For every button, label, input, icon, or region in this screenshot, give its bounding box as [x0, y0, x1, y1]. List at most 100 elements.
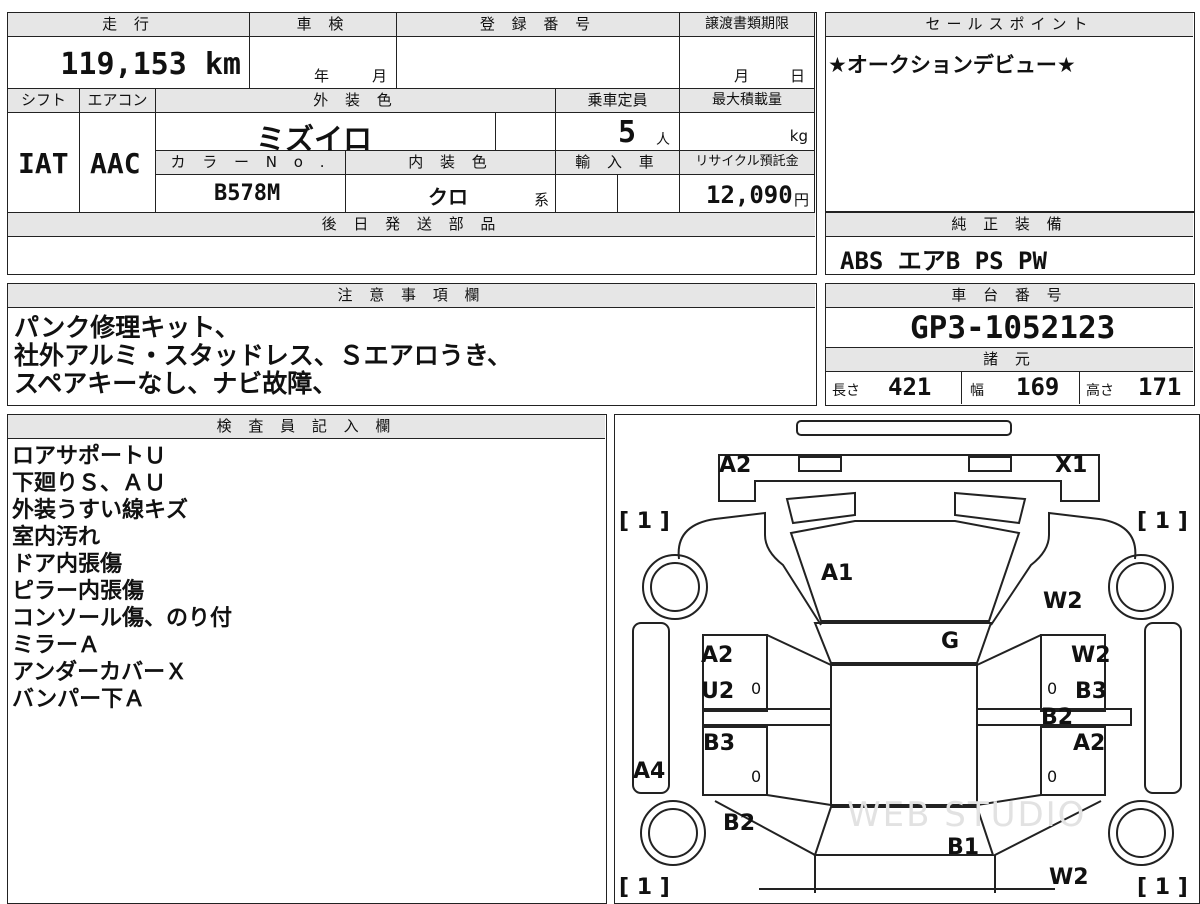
capacity-value: 5 [618, 115, 637, 150]
int-color-suffix: 系 [534, 191, 550, 209]
inspector-header: 検 査 員 記 入 欄 [8, 415, 605, 439]
shaken-cell: 年 月 [250, 37, 397, 89]
inspector-line: ロアサポートＵ [12, 444, 167, 469]
capacity-header: 乗車定員 [556, 89, 680, 113]
length-value: 421 [888, 373, 932, 401]
inspector-line: 下廻りＳ、ＡＵ [12, 471, 167, 496]
damage-windshield: G [941, 629, 960, 654]
recycle-value: 12,090 [706, 181, 793, 209]
damage-rear: B1 [947, 835, 980, 860]
width-label: 幅 [970, 383, 984, 399]
notes-header: 注 意 事 項 欄 [8, 284, 815, 308]
shift-cell: IAT [8, 113, 80, 213]
sales-point-header: セールスポイント [826, 13, 1193, 37]
chassis-box: 車 台 番 号 GP3-1052123 諸 元 長さ 421 幅 169 高さ … [825, 283, 1195, 406]
height-cell: 高さ 171 [1080, 372, 1193, 404]
equipment-box: 純 正 装 備 ABS エアB PS PW [825, 212, 1195, 275]
zero-mark: 0 [1047, 679, 1058, 698]
inspector-line: ミラーＡ [12, 633, 101, 658]
later-parts-header: 後 日 発 送 部 品 [8, 213, 815, 237]
mileage-header: 走 行 [8, 13, 250, 37]
tire-front-left: [ 1 ] [619, 509, 670, 534]
shift-value: IAT [18, 147, 69, 180]
ac-header: エアコン [80, 89, 156, 113]
damage-rear-right: W2 [1049, 865, 1089, 890]
spec-header: 諸 元 [826, 348, 1193, 372]
ext-color-header: 外 装 色 [156, 89, 556, 113]
inspector-box: 検 査 員 記 入 欄 ロアサポートＵ 下廻りＳ、ＡＵ 外装うすい線キズ 室内汚… [7, 414, 607, 904]
shaken-header: 車 検 [250, 13, 397, 37]
watermark: WEB STUDIO [847, 795, 1087, 835]
inspector-line: コンソール傷、のり付 [12, 606, 233, 631]
chassis-number: GP3-1052123 [910, 310, 1116, 346]
notes-line-1: パンク修理キット、 [14, 313, 240, 342]
shaken-month-unit: 月 [372, 67, 388, 85]
transfer-deadline-header: 譲渡書類期限 [680, 13, 815, 37]
damage-fender-right: W2 [1043, 589, 1083, 614]
recycle-cell: 12,090 円 [680, 175, 815, 213]
height-label: 高さ [1086, 383, 1114, 399]
sales-point-text: ★オークションデビュー★ [828, 53, 1076, 77]
damage-center-right: B2 [1041, 705, 1074, 730]
width-value: 169 [1016, 373, 1060, 401]
import-header: 輸 入 車 [556, 151, 680, 175]
inspector-line: 外装うすい線キズ [12, 498, 189, 523]
damage-front-door-right: B3 [1075, 679, 1108, 704]
car-diagram: [ 1 ] [ 1 ] [ 1 ] [ 1 ] A2 X1 A1 G W2 W2… [614, 414, 1200, 904]
damage-rear-fender-left: B2 [723, 811, 756, 836]
height-value: 171 [1138, 373, 1182, 401]
recycle-header: リサイクル預託金 [680, 151, 815, 175]
recycle-unit: 円 [794, 191, 810, 209]
ac-cell: AAC [80, 113, 156, 213]
notes-box: 注 意 事 項 欄 パンク修理キット、 社外アルミ・スタッドレス、Ｓエアロうき、… [7, 283, 817, 406]
maxload-header: 最大積載量 [680, 89, 815, 113]
shift-header: シフト [8, 89, 80, 113]
import-cell-b [618, 175, 680, 213]
import-cell-a [556, 175, 618, 213]
color-no-header: カ ラ ー N o . [156, 151, 346, 175]
mileage-cell: 119,153 km [8, 37, 250, 89]
damage-front-right: X1 [1055, 453, 1088, 478]
color-no-cell: B578M [156, 175, 346, 213]
later-parts-cell [8, 237, 815, 273]
shaken-year-unit: 年 [314, 67, 330, 85]
int-color-value: クロ [428, 185, 468, 209]
capacity-cell: 5 人 [556, 113, 680, 151]
tire-rear-right: [ 1 ] [1137, 875, 1188, 900]
int-color-header: 内 装 色 [346, 151, 556, 175]
sales-point-box: セールスポイント ★オークションデビュー★ [825, 12, 1195, 212]
chassis-header: 車 台 番 号 [826, 284, 1193, 308]
color-no-value: B578M [214, 181, 281, 206]
length-cell: 長さ 421 [826, 372, 962, 404]
inspector-line: アンダーカバーＸ [12, 660, 188, 685]
transfer-month-unit: 月 [734, 67, 750, 85]
vehicle-info-table: 走 行 車 検 登 録 番 号 譲渡書類期限 119,153 km 年 月 月 … [7, 12, 817, 275]
notes-line-2: 社外アルミ・スタッドレス、Ｓエアロうき、 [14, 341, 513, 370]
inspector-line: 室内汚れ [12, 525, 101, 550]
damage-rear-door-right: A2 [1073, 731, 1106, 756]
damage-rear-door-left: B3 [703, 731, 736, 756]
width-cell: 幅 169 [962, 372, 1080, 404]
zero-mark: 0 [751, 679, 762, 698]
tire-rear-left: [ 1 ] [619, 875, 670, 900]
damage-side-left: A4 [633, 759, 666, 784]
damage-front-left: A2 [719, 453, 752, 478]
damage-front-door-left: U2 [701, 679, 735, 704]
damage-front-door-right-top: W2 [1071, 643, 1111, 668]
mileage-value: 119,153 km [60, 47, 241, 82]
inspector-line: バンパー下Ａ [12, 687, 146, 712]
equipment-text: ABS エアB PS PW [840, 247, 1047, 275]
length-label: 長さ [832, 383, 860, 399]
maxload-unit: kg [789, 127, 808, 145]
transfer-day-unit: 日 [790, 67, 806, 85]
maxload-cell: kg [680, 113, 815, 151]
zero-mark: 0 [751, 767, 762, 786]
transfer-deadline-cell: 月 日 [680, 37, 815, 89]
ext-color-extra-cell [496, 113, 556, 151]
int-color-cell: クロ 系 [346, 175, 556, 213]
ac-value: AAC [90, 147, 141, 180]
zero-mark: 0 [1047, 767, 1058, 786]
notes-line-3: スペアキーなし、ナビ故障、 [14, 369, 338, 398]
inspector-line: ドア内張傷 [12, 552, 123, 577]
chassis-number-cell: GP3-1052123 [826, 308, 1193, 348]
